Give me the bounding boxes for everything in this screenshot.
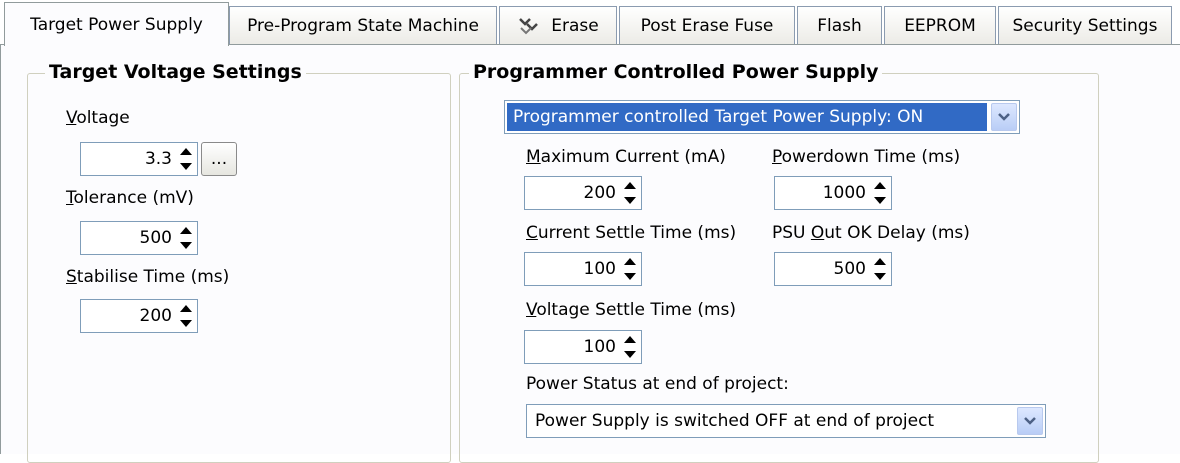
power-status-end-value: Power Supply is switched OFF at end of p… <box>535 411 935 431</box>
target-voltage-title: Target Voltage Settings <box>45 61 306 83</box>
tolerance-spinner[interactable]: 500 <box>80 221 198 255</box>
voltage-value: 3.3 <box>144 149 172 169</box>
tab-label: Erase <box>551 15 599 36</box>
spin-up-icon[interactable] <box>619 178 640 193</box>
tab-label: Post Erase Fuse <box>640 15 774 36</box>
chevron-down-icon[interactable] <box>1017 407 1043 435</box>
psu-out-ok-delay-label: PSU Out OK Delay (ms) <box>772 223 970 243</box>
spin-down-icon[interactable] <box>175 316 196 331</box>
spin-down-icon[interactable] <box>175 159 196 174</box>
max-current-value: 200 <box>583 183 616 203</box>
psu-out-ok-delay-spinner[interactable]: 500 <box>774 252 892 286</box>
spin-up-icon[interactable] <box>619 332 640 347</box>
power-status-end-label: Power Status at end of project: <box>526 374 789 394</box>
current-settle-time-label: Current Settle Time (ms) <box>526 223 737 243</box>
voltage-browse-button[interactable]: ... <box>201 142 237 176</box>
spin-up-icon[interactable] <box>619 254 640 269</box>
voltage-settle-time-label: Voltage Settle Time (ms) <box>526 300 737 320</box>
spin-down-icon[interactable] <box>619 193 640 208</box>
spin-down-icon[interactable] <box>869 269 890 284</box>
tolerance-label: Tolerance (mV) <box>66 188 194 208</box>
tolerance-value: 500 <box>139 228 172 248</box>
current-settle-time-spinner[interactable]: 100 <box>524 252 642 286</box>
tab-erase[interactable]: Erase <box>499 6 617 44</box>
spin-down-icon[interactable] <box>175 238 196 253</box>
tab-label: EEPROM <box>904 15 976 36</box>
voltage-spinner[interactable]: 3.3 <box>80 142 198 176</box>
tab-target-power-supply[interactable]: Target Power Supply <box>4 2 229 46</box>
spin-down-icon[interactable] <box>869 193 890 208</box>
tab-label: Flash <box>817 15 862 36</box>
stabilise-time-spinner[interactable]: 200 <box>80 299 198 333</box>
tab-pre-program-state-machine[interactable]: Pre-Program State Machine <box>229 6 497 44</box>
tab-eeprom[interactable]: EEPROM <box>884 6 996 44</box>
spin-up-icon[interactable] <box>175 144 196 159</box>
chevron-down-icon[interactable] <box>991 103 1017 131</box>
tab-label: Security Settings <box>1012 15 1158 36</box>
stabilise-time-label: Stabilise Time (ms) <box>66 267 230 287</box>
voltage-settle-time-spinner[interactable]: 100 <box>524 330 642 364</box>
voltage-label: Voltage <box>66 108 130 128</box>
powerdown-time-label: Powerdown Time (ms) <box>772 147 961 167</box>
powerdown-time-spinner[interactable]: 1000 <box>774 176 892 210</box>
eraser-icon <box>519 17 539 34</box>
psu-out-ok-delay-value: 500 <box>833 259 866 279</box>
voltage-settle-time-value: 100 <box>583 337 616 357</box>
max-current-label: Maximum Current (mA) <box>526 147 726 167</box>
programmer-power-title: Programmer Controlled Power Supply <box>469 61 883 83</box>
tab-post-erase-fuse[interactable]: Post Erase Fuse <box>619 6 795 44</box>
tab-label: Pre-Program State Machine <box>247 15 479 36</box>
spin-up-icon[interactable] <box>869 254 890 269</box>
tab-strip: Target Power Supply Pre-Program State Ma… <box>0 0 1180 46</box>
tab-panel: Target Voltage Settings Voltage 3.3 ... … <box>0 44 1180 463</box>
current-settle-time-value: 100 <box>583 259 616 279</box>
tab-flash[interactable]: Flash <box>797 6 882 44</box>
stabilise-time-value: 200 <box>139 306 172 326</box>
powerdown-time-value: 1000 <box>822 183 866 203</box>
tab-security-settings[interactable]: Security Settings <box>998 6 1172 44</box>
tab-label: Target Power Supply <box>30 14 203 35</box>
power-status-end-select[interactable]: Power Supply is switched OFF at end of p… <box>526 404 1046 438</box>
spin-up-icon[interactable] <box>175 301 196 316</box>
spin-up-icon[interactable] <box>175 223 196 238</box>
max-current-spinner[interactable]: 200 <box>524 176 642 210</box>
spin-down-icon[interactable] <box>619 269 640 284</box>
spin-up-icon[interactable] <box>869 178 890 193</box>
power-mode-value: Programmer controlled Target Power Suppl… <box>507 103 987 131</box>
power-mode-select[interactable]: Programmer controlled Target Power Suppl… <box>504 100 1020 134</box>
spin-down-icon[interactable] <box>619 347 640 362</box>
